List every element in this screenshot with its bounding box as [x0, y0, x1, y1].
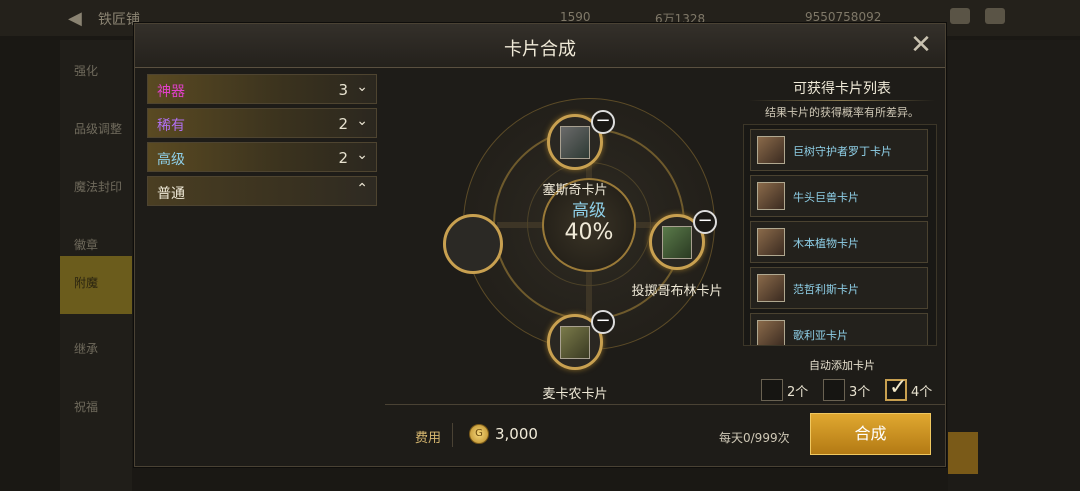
checkbox-checked[interactable]: ✓: [885, 375, 907, 401]
background-sidebar: 强化 品级调整 魔法封印 徽章 附魔 继承 祝福: [60, 40, 132, 491]
chevron-down-icon: ⌄: [356, 79, 368, 95]
background-button: [948, 432, 978, 474]
card-icon: [757, 136, 785, 164]
obtainable-subtitle: 结果卡片的获得概率有所差异。: [765, 106, 919, 119]
card-portrait-icon: [560, 326, 590, 359]
list-item[interactable]: 歌利亚卡片: [750, 313, 928, 345]
modal-header: 卡片合成 ✕: [135, 24, 945, 68]
auto-add-title: 自动添加卡片: [809, 359, 875, 372]
resource-1: 1590: [560, 10, 591, 24]
category-count: 3: [338, 81, 348, 99]
card-portrait-icon: [662, 226, 692, 259]
card-slot-empty[interactable]: [443, 214, 503, 274]
category-count: 2: [338, 149, 348, 167]
obtainable-title: 可获得卡片列表: [793, 81, 891, 97]
card-icon: [757, 320, 785, 345]
result-percent: 40%: [564, 220, 614, 245]
card-slot-label: 塞斯奇卡片: [542, 183, 608, 198]
card-name: 歌利亚卡片: [793, 329, 848, 342]
remove-card-icon[interactable]: −: [693, 210, 717, 234]
chevron-down-icon: ⌄: [356, 113, 368, 129]
modal-title: 卡片合成: [504, 39, 576, 60]
check-icon: ✓: [889, 375, 908, 400]
compose-footer: 费用 G 3,000 每天0/999次 合成: [385, 404, 945, 466]
checkbox-label: 2个: [787, 385, 809, 400]
card-name: 牛头巨兽卡片: [793, 191, 859, 204]
daily-limit: 每天0/999次: [719, 431, 790, 445]
checkbox[interactable]: [823, 379, 845, 401]
chat-icon[interactable]: [985, 8, 1005, 24]
side-item[interactable]: 强化: [60, 44, 132, 102]
checkbox-label: 4个: [911, 385, 933, 400]
card-portrait-icon: [560, 126, 590, 159]
category-list: 神器 3 ⌄ 稀有 2 ⌄ 高级 2 ⌄ 普通 ⌃: [145, 74, 377, 414]
card-icon: [757, 182, 785, 210]
chevron-down-icon: ⌄: [356, 147, 368, 163]
category-name: 神器: [157, 84, 185, 100]
close-icon[interactable]: ✕: [907, 32, 935, 60]
card-icon: [757, 228, 785, 256]
chevron-up-icon: ⌃: [356, 181, 368, 197]
card-slot-label: 麦卡农卡片: [542, 387, 608, 402]
side-item[interactable]: 魔法封印: [60, 160, 132, 218]
category-count: 2: [338, 115, 348, 133]
card-name: 木本植物卡片: [793, 237, 859, 250]
fee-value: 3,000: [495, 425, 538, 443]
mail-icon[interactable]: [950, 8, 970, 24]
result-grade: 高级: [572, 201, 606, 221]
divider: [749, 100, 935, 101]
category-row-artifact[interactable]: 神器 3 ⌄: [147, 74, 377, 104]
divider: [452, 423, 453, 447]
card-icon: [757, 274, 785, 302]
remove-card-icon[interactable]: −: [591, 110, 615, 134]
side-item-active[interactable]: 附魔: [60, 256, 132, 314]
remove-card-icon[interactable]: −: [591, 310, 615, 334]
list-item[interactable]: 巨树守护者罗丁卡片: [750, 129, 928, 171]
category-row-normal[interactable]: 普通 ⌃: [147, 176, 377, 206]
side-item[interactable]: 继承: [60, 322, 132, 380]
card-compose-modal: 卡片合成 ✕ 神器 3 ⌄ 稀有 2 ⌄ 高级 2 ⌄ 普通 ⌃ 高级 40% …: [134, 23, 946, 467]
gold-coin-icon: G: [469, 424, 489, 444]
checkbox-label: 3个: [849, 385, 871, 400]
category-name: 普通: [157, 186, 185, 202]
background-right-panel: [948, 40, 1080, 491]
category-name: 高级: [157, 152, 185, 168]
obtainable-list[interactable]: 巨树守护者罗丁卡片 牛头巨兽卡片 木本植物卡片 范哲利斯卡片 歌利亚卡片: [743, 124, 937, 346]
checkbox[interactable]: [761, 379, 783, 401]
list-item[interactable]: 范哲利斯卡片: [750, 267, 928, 309]
list-item[interactable]: 牛头巨兽卡片: [750, 175, 928, 217]
compose-area: 高级 40% − 塞斯奇卡片 − 投掷哥布林卡片 − 麦卡农卡片: [385, 70, 735, 406]
category-row-rare[interactable]: 稀有 2 ⌄: [147, 108, 377, 138]
card-name: 巨树守护者罗丁卡片: [793, 145, 892, 158]
side-item[interactable]: 品级调整: [60, 102, 132, 160]
resource-3: 9550758092: [805, 10, 882, 24]
fee-label: 费用: [415, 431, 442, 446]
compose-button[interactable]: 合成: [810, 413, 931, 455]
card-slot-label: 投掷哥布林卡片: [631, 284, 723, 299]
list-item[interactable]: 木本植物卡片: [750, 221, 928, 263]
side-item[interactable]: 祝福: [60, 380, 132, 438]
back-arrow-icon[interactable]: ◀: [68, 8, 82, 29]
category-name: 稀有: [157, 118, 185, 134]
card-name: 范哲利斯卡片: [793, 283, 859, 296]
category-row-advanced[interactable]: 高级 2 ⌄: [147, 142, 377, 172]
